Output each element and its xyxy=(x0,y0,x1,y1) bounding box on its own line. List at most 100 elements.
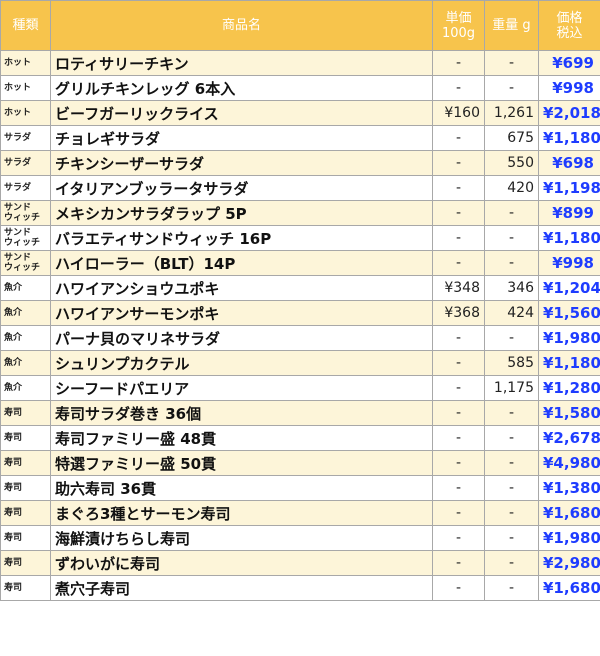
unit-price-cell: - xyxy=(432,425,485,451)
unit-price-cell: ¥348 xyxy=(432,275,485,301)
price-cell: ¥1,180 xyxy=(538,225,600,251)
category-cell: ホット xyxy=(0,75,51,101)
category-cell: 魚介 xyxy=(0,300,51,326)
price-cell: ¥2,018 xyxy=(538,100,600,126)
category-cell: 魚介 xyxy=(0,325,51,351)
product-name-cell: 助六寿司 36貫 xyxy=(50,475,433,501)
product-name-cell: シーフードパエリア xyxy=(50,375,433,401)
weight-cell: 346 xyxy=(484,275,539,301)
unit-price-cell: ¥160 xyxy=(432,100,485,126)
price-cell: ¥4,980 xyxy=(538,450,600,476)
unit-price-cell: - xyxy=(432,450,485,476)
table-body: ホット ロティサリーチキン - - ¥699 ホット グリルチキンレッグ 6本入 - - ¥998… xyxy=(0,50,600,601)
price-cell: ¥1,280 xyxy=(538,375,600,401)
price-cell: ¥1,560 xyxy=(538,300,600,326)
product-name-cell: ハワイアンサーモンポキ xyxy=(50,300,433,326)
weight-cell: 424 xyxy=(484,300,539,326)
category-cell: サラダ xyxy=(0,150,51,176)
category-cell: 魚介 xyxy=(0,375,51,401)
table-row: 魚介 シュリンプカクテル -585 ¥1,180 xyxy=(0,350,600,376)
weight-cell: 550 xyxy=(484,150,539,176)
table-row: サンド ウィッチ バラエティサンドウィッチ 16P - - ¥1,180 xyxy=(0,225,600,251)
product-name-cell: ロティサリーチキン xyxy=(50,50,433,76)
product-name-cell: 煮穴子寿司 xyxy=(50,575,433,601)
header-name[interactable]: 商品名 xyxy=(50,0,433,51)
header-category[interactable]: 種類 xyxy=(0,0,51,51)
table-row: 魚介 シーフードパエリア -1,175 ¥1,280 xyxy=(0,375,600,401)
category-cell: 寿司 xyxy=(0,500,51,526)
category-cell: サンド ウィッチ xyxy=(0,200,51,226)
weight-cell: 585 xyxy=(484,350,539,376)
unit-price-cell: ¥368 xyxy=(432,300,485,326)
unit-price-cell: - xyxy=(432,375,485,401)
table-row: サンド ウィッチ ハイローラー（BLT）14P - - ¥998 xyxy=(0,250,600,276)
unit-price-cell: - xyxy=(432,200,485,226)
product-name-cell: チキンシーザーサラダ xyxy=(50,150,433,176)
weight-cell: - xyxy=(484,200,539,226)
price-cell: ¥1,980 xyxy=(538,525,600,551)
weight-cell: - xyxy=(484,225,539,251)
table-row: 寿司 まぐろ3種とサーモン寿司 - - ¥1,680 xyxy=(0,500,600,526)
unit-price-cell: - xyxy=(432,350,485,376)
weight-cell: 675 xyxy=(484,125,539,151)
weight-cell: - xyxy=(484,525,539,551)
unit-price-cell: - xyxy=(432,150,485,176)
table-row: 寿司 寿司サラダ巻き 36個 - - ¥1,580 xyxy=(0,400,600,426)
category-cell: 魚介 xyxy=(0,350,51,376)
table-row: 魚介 パーナ貝のマリネサラダ - - ¥1,980 xyxy=(0,325,600,351)
product-name-cell: ハイローラー（BLT）14P xyxy=(50,250,433,276)
weight-cell: - xyxy=(484,425,539,451)
table-row: 魚介 ハワイアンショウユポキ ¥348 346 ¥1,204 xyxy=(0,275,600,301)
price-cell: ¥1,680 xyxy=(538,500,600,526)
weight-cell: - xyxy=(484,550,539,576)
product-name-cell: グリルチキンレッグ 6本入 xyxy=(50,75,433,101)
table-row: ホット グリルチキンレッグ 6本入 - - ¥998 xyxy=(0,75,600,101)
weight-cell: - xyxy=(484,475,539,501)
unit-price-cell: - xyxy=(432,550,485,576)
unit-price-cell: - xyxy=(432,475,485,501)
product-name-cell: ずわいがに寿司 xyxy=(50,550,433,576)
category-cell: ホット xyxy=(0,50,51,76)
price-cell: ¥698 xyxy=(538,150,600,176)
unit-price-cell: - xyxy=(432,50,485,76)
product-name-cell: 寿司ファミリー盛 48貫 xyxy=(50,425,433,451)
unit-price-cell: - xyxy=(432,575,485,601)
product-name-cell: メキシカンサラダラップ 5P xyxy=(50,200,433,226)
category-cell: 寿司 xyxy=(0,450,51,476)
product-name-cell: シュリンプカクテル xyxy=(50,350,433,376)
category-cell: 寿司 xyxy=(0,400,51,426)
price-cell: ¥1,980 xyxy=(538,325,600,351)
table-row: 寿司 助六寿司 36貫 - - ¥1,380 xyxy=(0,475,600,501)
unit-price-cell: - xyxy=(432,175,485,201)
weight-cell: - xyxy=(484,325,539,351)
price-cell: ¥1,380 xyxy=(538,475,600,501)
category-cell: サラダ xyxy=(0,175,51,201)
price-cell: ¥1,580 xyxy=(538,400,600,426)
table-row: ホット ロティサリーチキン - - ¥699 xyxy=(0,50,600,76)
unit-price-cell: - xyxy=(432,325,485,351)
weight-cell: - xyxy=(484,400,539,426)
header-price[interactable]: 価格 税込 xyxy=(538,0,600,51)
price-cell: ¥1,680 xyxy=(538,575,600,601)
product-name-cell: 寿司サラダ巻き 36個 xyxy=(50,400,433,426)
header-unit-price[interactable]: 単価 100g xyxy=(432,0,485,51)
price-cell: ¥998 xyxy=(538,75,600,101)
table-row: サラダ チキンシーザーサラダ -550 ¥698 xyxy=(0,150,600,176)
table-row: サンド ウィッチ メキシカンサラダラップ 5P - - ¥899 xyxy=(0,200,600,226)
category-cell: 寿司 xyxy=(0,550,51,576)
price-cell: ¥2,678 xyxy=(538,425,600,451)
category-cell: サラダ xyxy=(0,125,51,151)
product-name-cell: ビーフガーリックライス xyxy=(50,100,433,126)
weight-cell: - xyxy=(484,75,539,101)
weight-cell: 1,175 xyxy=(484,375,539,401)
category-cell: サンド ウィッチ xyxy=(0,225,51,251)
table-row: 寿司 海鮮漬けちらし寿司 - - ¥1,980 xyxy=(0,525,600,551)
weight-cell: - xyxy=(484,450,539,476)
header-weight[interactable]: 重量 g xyxy=(484,0,539,51)
unit-price-cell: - xyxy=(432,525,485,551)
unit-price-cell: - xyxy=(432,75,485,101)
weight-cell: - xyxy=(484,500,539,526)
product-name-cell: チョレギサラダ xyxy=(50,125,433,151)
category-cell: 寿司 xyxy=(0,475,51,501)
category-cell: ホット xyxy=(0,100,51,126)
